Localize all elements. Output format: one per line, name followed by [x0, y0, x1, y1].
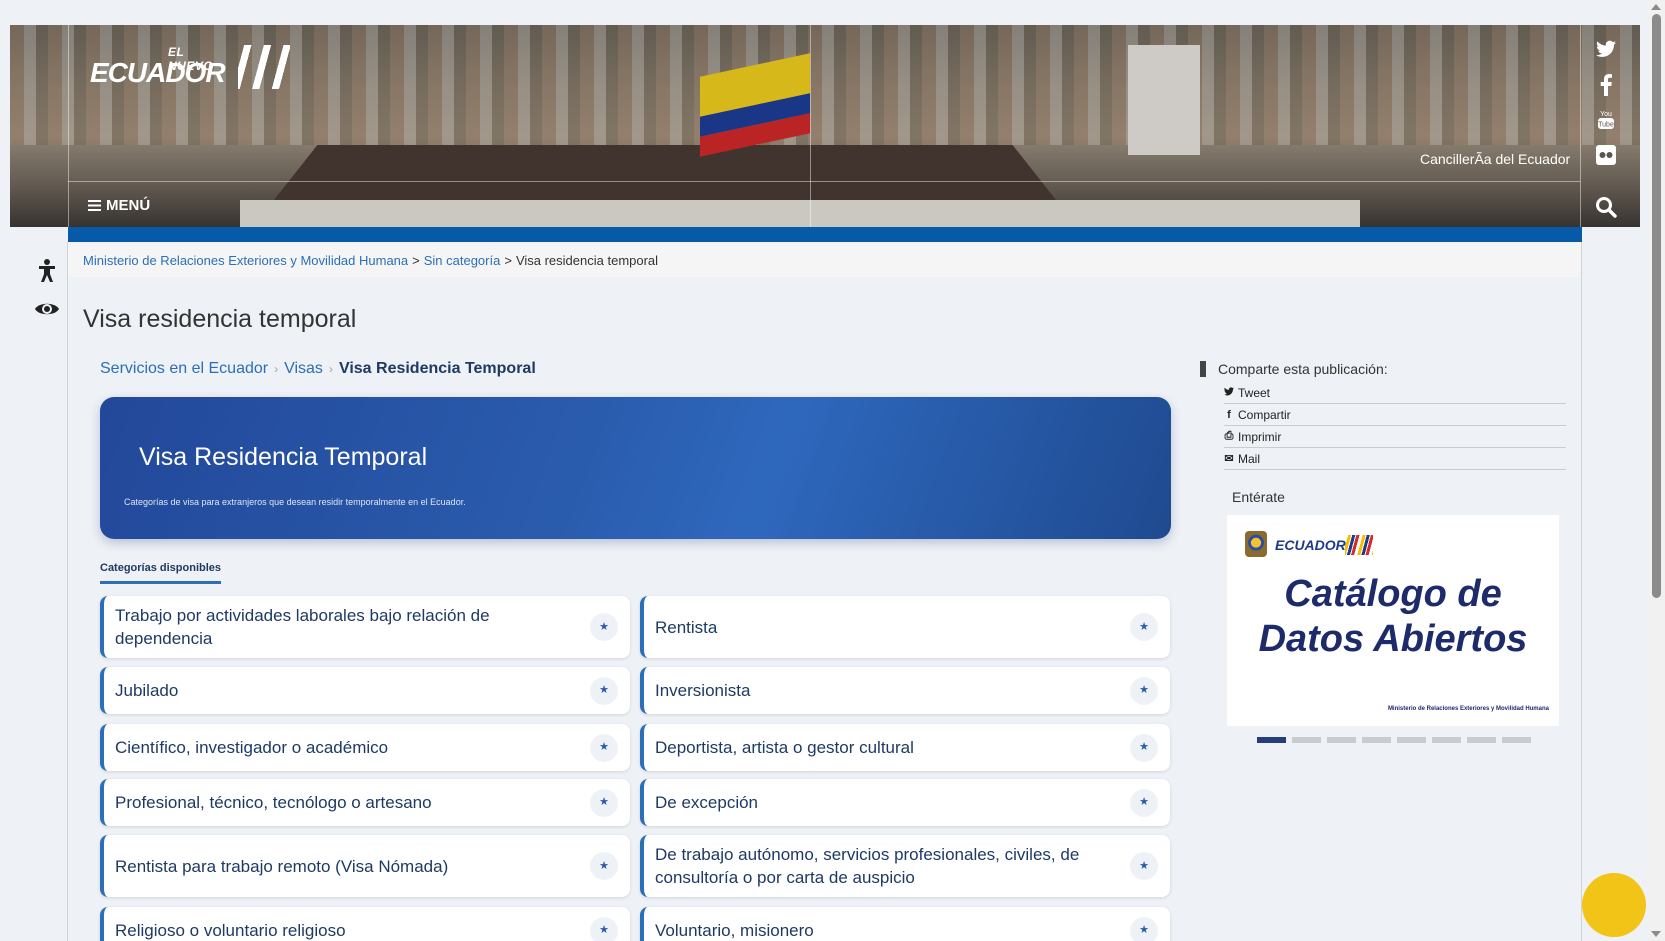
star-icon: ★	[1130, 733, 1158, 762]
sub-breadcrumb-servicios[interactable]: Servicios en el Ecuador	[100, 360, 268, 377]
star-icon: ★	[590, 676, 618, 705]
page-title: Visa residencia temporal	[83, 305, 357, 333]
menu-button[interactable]: MENÚ	[88, 197, 150, 214]
star-icon: ★	[590, 613, 618, 641]
hero-banner: Visa Residencia Temporal Categorías de v…	[100, 397, 1171, 539]
category-card[interactable]: Voluntario, misionero ★	[640, 907, 1170, 941]
star-icon: ★	[590, 916, 618, 941]
tab-categorias[interactable]: Categorías disponibles	[100, 562, 222, 584]
twitter-icon	[1224, 386, 1234, 399]
chat-button[interactable]	[1582, 873, 1646, 937]
hero-description: Categorías de visa para extranjeros que …	[124, 497, 466, 507]
star-icon: ★	[1130, 613, 1158, 641]
facebook-icon: f	[1227, 408, 1231, 421]
hero-title: Visa Residencia Temporal	[139, 443, 428, 471]
ecuador-seal-icon	[1245, 531, 1267, 557]
category-card[interactable]: Religioso o voluntario religioso ★	[100, 907, 630, 941]
accessibility-icon[interactable]	[34, 258, 60, 284]
category-card[interactable]: Inversionista ★	[640, 667, 1170, 714]
slide-title-line1: Catálogo de	[1284, 573, 1502, 615]
twitter-icon[interactable]	[1580, 40, 1632, 63]
search-icon[interactable]	[1595, 196, 1617, 218]
carousel-dot[interactable]	[1397, 737, 1426, 743]
star-icon: ★	[590, 788, 618, 817]
category-card[interactable]: Deportista, artista o gestor cultural ★	[640, 724, 1170, 771]
category-card[interactable]: De trabajo autónomo, servicios profesion…	[640, 835, 1170, 897]
flickr-icon[interactable]	[1580, 145, 1632, 170]
share-heading: Comparte esta publicación:	[1200, 361, 1388, 377]
nav-color-bar	[68, 227, 1582, 242]
category-card[interactable]: Profesional, técnico, tecnólogo o artesa…	[100, 779, 630, 826]
star-icon: ★	[590, 733, 618, 762]
scroll-up-arrow[interactable]	[1651, 4, 1661, 10]
carousel-dot[interactable]	[1467, 737, 1496, 743]
carousel-dot[interactable]	[1327, 737, 1356, 743]
carousel-slide[interactable]: ECUADOR Catálogo de Datos Abiertos Minis…	[1227, 515, 1559, 726]
carousel-dot[interactable]	[1432, 737, 1461, 743]
carousel-dot[interactable]	[1502, 737, 1531, 743]
category-card[interactable]: Rentista ★	[640, 596, 1170, 658]
star-icon: ★	[1130, 676, 1158, 705]
site-name-link[interactable]: CancillerÃa del Ecuador	[1420, 151, 1570, 167]
youtube-icon[interactable]: You Tube	[1580, 108, 1632, 135]
breadcrumb-current: Visa residencia temporal	[515, 253, 659, 268]
share-facebook-link[interactable]: f Compartir	[1224, 404, 1566, 426]
breadcrumb-link-ministerio[interactable]: Ministerio de Relaciones Exteriores y Mo…	[83, 253, 408, 268]
page-scrollbar[interactable]	[1648, 0, 1665, 941]
scroll-down-arrow[interactable]	[1651, 931, 1661, 937]
share-mail-link[interactable]: ✉ Mail	[1224, 448, 1566, 470]
star-icon: ★	[1130, 788, 1158, 817]
star-icon: ★	[1130, 852, 1158, 880]
star-icon: ★	[1130, 916, 1158, 941]
menu-label: MENÚ	[106, 197, 151, 214]
hamburger-icon	[88, 200, 101, 211]
eye-icon[interactable]	[34, 296, 60, 322]
svg-text:Tube: Tube	[1598, 122, 1614, 129]
svg-text:You: You	[1600, 111, 1612, 118]
enterate-heading: Entérate	[1232, 489, 1285, 505]
mail-icon: ✉	[1224, 453, 1234, 465]
print-icon: ⎙	[1224, 430, 1234, 442]
slide-logo: ECUADOR	[1275, 537, 1346, 553]
category-card[interactable]: Científico, investigador o académico ★	[100, 724, 630, 771]
slide-footer: Ministerio de Relaciones Exteriores y Mo…	[1387, 706, 1549, 712]
category-card[interactable]: Trabajo por actividades laborales bajo r…	[100, 596, 630, 658]
carousel-dots	[1257, 737, 1531, 743]
scrollbar-thumb[interactable]	[1652, 14, 1661, 598]
sub-breadcrumb-visas[interactable]: Visas	[284, 360, 323, 377]
slide-title-line2: Datos Abiertos	[1258, 618, 1528, 660]
breadcrumb: Ministerio de Relaciones Exteriores y Mo…	[68, 243, 1581, 277]
category-card[interactable]: Jubilado ★	[100, 667, 630, 714]
breadcrumb-link-sin-categoria[interactable]: Sin categoría	[424, 253, 501, 268]
carousel-dot[interactable]	[1292, 737, 1321, 743]
carousel-dot[interactable]	[1257, 737, 1286, 743]
share-tweet-link[interactable]: Tweet	[1224, 382, 1566, 404]
star-icon: ★	[590, 852, 618, 880]
sub-breadcrumb: Servicios en el Ecuador › Visas › Visa Resid…	[100, 360, 536, 377]
carousel-dot[interactable]	[1362, 737, 1391, 743]
sub-breadcrumb-current: Visa Residencia Temporal	[338, 360, 536, 377]
category-card[interactable]: De excepción ★	[640, 779, 1170, 826]
facebook-icon[interactable]	[1580, 74, 1632, 101]
category-card[interactable]: Rentista para trabajo remoto (Visa Nómad…	[100, 835, 630, 897]
share-print-link[interactable]: ⎙ Imprimir	[1224, 426, 1566, 448]
